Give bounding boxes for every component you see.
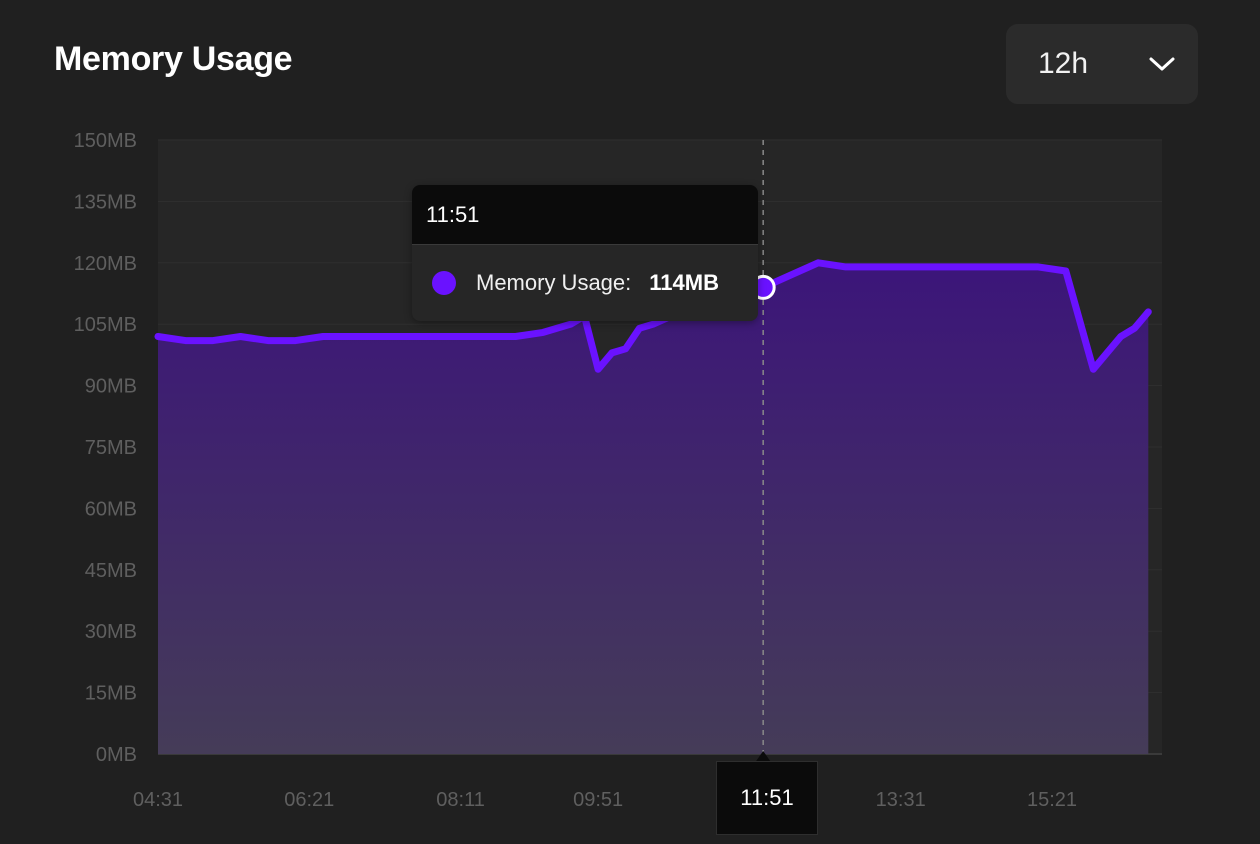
- y-tick-label: 90MB: [85, 376, 137, 398]
- tooltip-series-label: Memory Usage:: [476, 270, 632, 295]
- tooltip-time: 11:51: [412, 185, 758, 245]
- y-tick-label: 30MB: [85, 621, 137, 643]
- y-tick-label: 45MB: [85, 560, 137, 582]
- y-tick-label: 120MB: [74, 253, 137, 275]
- x-tick-label: 09:51: [573, 789, 623, 811]
- series-color-dot: [432, 271, 456, 295]
- y-tick-label: 135MB: [74, 191, 137, 213]
- x-tick-label: 06:21: [284, 789, 334, 811]
- memory-area-chart[interactable]: 0MB 15MB 30MB 45MB 60MB 75MB 90MB 105MB 120MB 135…: [0, 0, 1260, 844]
- y-tick-label: 0MB: [96, 744, 137, 766]
- y-tick-label: 15MB: [85, 683, 137, 705]
- y-tick-label: 105MB: [74, 314, 137, 336]
- x-axis-labels: 04:3106:2108:1109:5111:5113:3115:21: [133, 789, 1077, 811]
- x-tick-label: 13:31: [876, 789, 926, 811]
- y-tick-label: 75MB: [85, 437, 137, 459]
- tooltip-row: Memory Usage: 114MB: [412, 245, 758, 321]
- x-axis-hover-label: 11:51: [716, 761, 818, 835]
- y-axis-labels: 0MB 15MB 30MB 45MB 60MB 75MB 90MB 105MB 120MB 135…: [74, 130, 137, 766]
- y-tick-label: 150MB: [74, 130, 137, 152]
- memory-usage-panel: Memory Usage 12h 0MB 15MB 30MB 45MB 60MB 75MB…: [0, 0, 1260, 844]
- chart-tooltip: 11:51 Memory Usage: 114MB: [412, 185, 758, 321]
- x-tick-label: 15:21: [1027, 789, 1077, 811]
- tooltip-value: 114MB: [649, 270, 719, 295]
- x-tick-label: 08:11: [436, 789, 485, 811]
- x-tick-label: 04:31: [133, 789, 183, 811]
- y-tick-label: 60MB: [85, 498, 137, 520]
